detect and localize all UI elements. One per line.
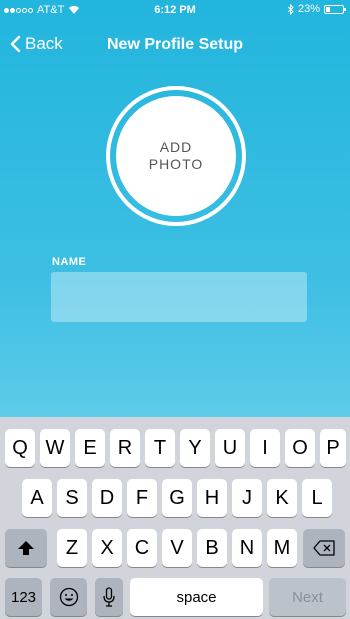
key-i[interactable]: I: [250, 429, 280, 467]
key-w[interactable]: W: [40, 429, 70, 467]
add-photo-label-line2: PHOTO: [148, 156, 204, 172]
bluetooth-icon: [287, 3, 294, 15]
emoji-key[interactable]: [50, 578, 87, 616]
key-m[interactable]: M: [267, 529, 297, 567]
battery-icon: [324, 4, 346, 14]
next-key[interactable]: Next: [269, 578, 346, 616]
status-right: 23%: [287, 3, 346, 15]
battery-percent: 23%: [297, 3, 320, 15]
add-photo-button[interactable]: ADD PHOTO: [116, 96, 236, 216]
key-y[interactable]: Y: [180, 429, 210, 467]
key-a[interactable]: A: [22, 479, 52, 517]
key-j[interactable]: J: [232, 479, 262, 517]
delete-icon: [313, 540, 335, 556]
key-s[interactable]: S: [57, 479, 87, 517]
key-x[interactable]: X: [92, 529, 122, 567]
add-photo-label-line1: ADD: [159, 139, 193, 155]
key-l[interactable]: L: [302, 479, 332, 517]
status-bar: AT&T 6:12 PM 23%: [0, 0, 350, 20]
key-f[interactable]: F: [127, 479, 157, 517]
key-v[interactable]: V: [162, 529, 192, 567]
key-r[interactable]: R: [110, 429, 140, 467]
shift-key[interactable]: [5, 529, 47, 567]
emoji-icon: [59, 587, 78, 607]
page-title: New Profile Setup: [106, 36, 244, 53]
name-input[interactable]: [51, 272, 307, 322]
key-n[interactable]: N: [232, 529, 262, 567]
key-z[interactable]: Z: [57, 529, 87, 567]
battery-fill: [326, 6, 330, 12]
numbers-key[interactable]: 123: [5, 578, 42, 616]
key-o[interactable]: O: [285, 429, 315, 467]
key-q[interactable]: Q: [5, 429, 35, 467]
navigation-bar: Back New Profile Setup: [0, 30, 350, 62]
key-k[interactable]: K: [267, 479, 297, 517]
key-e[interactable]: E: [75, 429, 105, 467]
delete-key[interactable]: [303, 529, 345, 567]
key-d[interactable]: D: [92, 479, 122, 517]
key-t[interactable]: T: [145, 429, 175, 467]
key-g[interactable]: G: [162, 479, 192, 517]
photo-ring: ADD PHOTO: [106, 86, 246, 226]
key-b[interactable]: B: [197, 529, 227, 567]
key-p[interactable]: P: [320, 429, 346, 467]
key-u[interactable]: U: [215, 429, 245, 467]
space-key[interactable]: space: [130, 578, 263, 616]
microphone-key[interactable]: [95, 578, 123, 616]
profile-setup-screen: AT&T 6:12 PM 23% Back New Profile Setup: [0, 0, 350, 619]
microphone-icon: [103, 587, 115, 607]
shift-icon: [18, 541, 34, 555]
key-h[interactable]: H: [197, 479, 227, 517]
key-c[interactable]: C: [127, 529, 157, 567]
keyboard: Q W E R T Y U I O P A S D F G H J K L Z …: [0, 417, 350, 619]
name-label: NAME: [52, 256, 87, 268]
